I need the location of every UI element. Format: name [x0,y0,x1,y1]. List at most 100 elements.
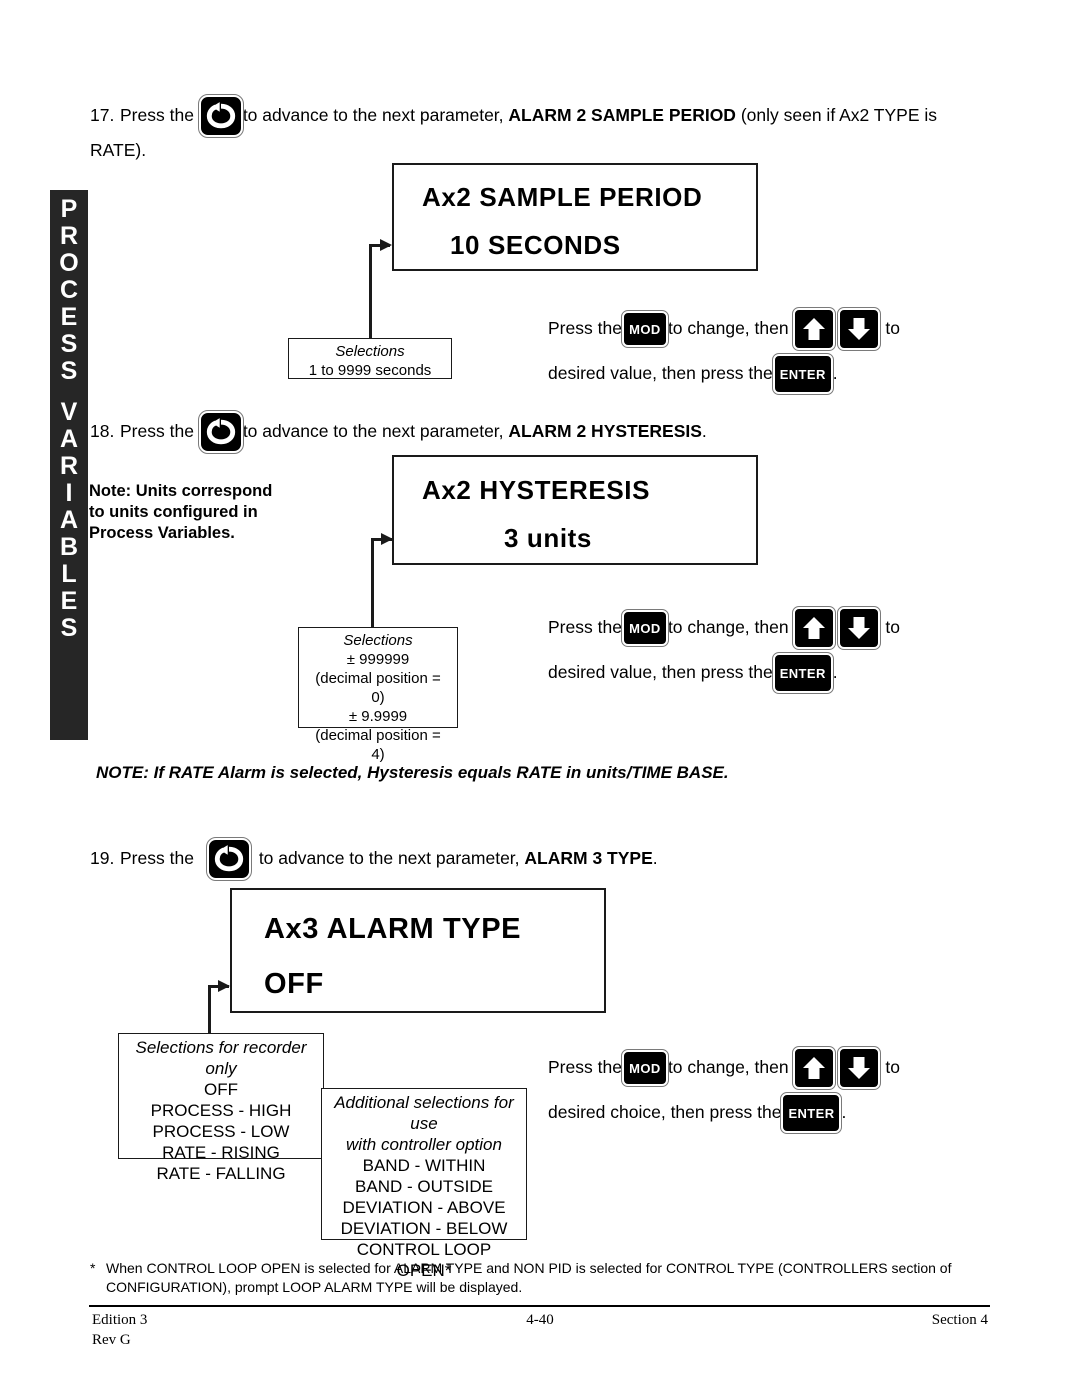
tab-letter: R [59,452,79,480]
down-arrow-key[interactable] [837,307,882,352]
display-prompt: Ax3 ALARM TYPE [264,913,522,945]
step-19-text-2: to advance to the next parameter, [258,848,520,868]
tab-letter: P [60,195,78,223]
down-arrow-key[interactable] [837,1046,882,1091]
up-arrow-key[interactable] [792,606,837,651]
to-label: to [885,617,900,637]
advance-key[interactable] [197,410,244,455]
step-18: 18. Press the to advance to the next para… [90,410,707,455]
down-arrow-key[interactable] [837,606,882,651]
mod-key[interactable]: MOD [620,1049,669,1088]
connector-line-vertical [208,985,211,1035]
display-value: OFF [264,968,324,1000]
units-note-line-1: Note: Units correspond [89,482,273,500]
footnote: * When CONTROL LOOP OPEN is selected for… [90,1259,1000,1297]
step-17-parameter: ALARM 2 SAMPLE PERIOD [508,105,736,125]
display-prompt: Ax2 HYSTERESIS [422,475,651,505]
step-17-text-1: Press the [120,105,194,125]
to-change-label: to change, then [667,318,789,338]
display-box-sample-period: Ax2 SAMPLE PERIOD 10 SECONDS [392,163,758,271]
up-arrow-key[interactable] [792,1046,837,1091]
step-18-text-1: Press the [120,421,194,441]
process-variables-tab: P R O C E S S V A R I A B L E S [50,190,88,740]
selections-box-hysteresis: Selections ± 999999 (decimal position = … [298,627,458,763]
desired-value-label: desired value, then press the [548,662,773,682]
units-note: Note: Units correspond to units configur… [89,481,319,544]
tab-letter: I [65,479,73,507]
tab-letter: C [59,276,79,304]
tab-letter: S [60,330,78,358]
step-17-text-3: (only seen if Ax2 TYPE is [740,105,937,125]
tab-letter: V [60,398,78,426]
connector-arrowhead [381,532,394,551]
selections-line: 1 to 9999 seconds [308,362,432,379]
instruction-block-3: Press the MOD to change, then to desired c… [548,1045,900,1135]
step-19-parameter: ALARM 3 TYPE [524,848,653,868]
step-17: 17. Press the to advance to the next para… [90,94,937,139]
tab-letter: A [59,506,79,534]
advance-key[interactable] [197,94,244,139]
tab-letter: S [60,357,78,385]
tab-letter: E [60,303,78,331]
tab-letter: O [59,249,79,277]
footnote-line-2: CONFIGURATION), prompt LOOP ALARM TYPE w… [106,1279,523,1295]
display-box-hysteresis: Ax2 HYSTERESIS 3 units [392,455,758,565]
arrow-up-icon [803,318,826,341]
step-18-text-3: . [701,421,707,441]
mod-key[interactable]: MOD [620,609,669,648]
to-label: to [885,318,900,338]
tab-letter: R [59,222,79,250]
to-change-label: to change, then [667,1057,789,1077]
units-note-line-2: to units configured in [89,503,258,521]
connector-arrowhead [380,238,393,257]
instruction-block-2: Press the MOD to change, then to desired v… [548,605,900,695]
step-17-number: 17. [90,105,115,125]
instruction-block-1: Press the MOD to change, then to desired v… [548,306,900,396]
tab-letter: L [61,560,77,588]
selections-line: OFF [204,1080,238,1099]
selections-title: Selections [335,343,405,360]
press-the-label: Press the [548,617,622,637]
step-17-text-2: to advance to the next parameter, [242,105,504,125]
step-19: 19. Press the to advance to the next para… [90,837,658,882]
enter-key[interactable]: ENTER [771,652,834,695]
enter-key[interactable]: ENTER [780,1092,843,1135]
advance-key[interactable] [205,837,252,882]
connector-line-vertical [371,538,374,628]
selections-title: Selections [343,632,413,649]
selections-line: CONTROL LOOP OPEN* [356,1240,492,1280]
display-value: 3 units [504,523,592,553]
period-label: . [832,662,838,682]
footer-section: Section 4 [931,1312,988,1328]
connector-line-vertical [369,244,372,339]
rate-alarm-note: NOTE: If RATE Alarm is selected, Hystere… [96,763,729,782]
tab-letter: B [59,533,79,561]
press-the-label: Press the [548,1057,622,1077]
arrow-up-icon [803,1057,826,1080]
to-change-label: to change, then [667,617,789,637]
arrow-down-icon [848,1057,871,1080]
arrow-down-icon [848,617,871,640]
display-value: 10 SECONDS [450,230,621,260]
up-arrow-key[interactable] [792,307,837,352]
step-19-text-3: . [652,848,658,868]
step-17-wrap: RATE). [90,140,147,160]
connector-arrowhead [218,979,231,998]
footnote-line-1: When CONTROL LOOP OPEN is selected for A… [106,1260,952,1276]
arrow-up-icon [803,617,826,640]
step-19-text-1: Press the [120,848,194,868]
mod-key[interactable]: MOD [620,310,669,349]
step-18-text-2: to advance to the next parameter, [242,421,504,441]
display-prompt: Ax2 SAMPLE PERIOD [422,182,703,212]
press-the-label: Press the [548,318,622,338]
period-label: . [832,363,838,383]
selections-box-recorder: Selections for recorder only OFF PROCESS… [118,1033,324,1183]
footnote-marker: * [90,1260,96,1276]
enter-key[interactable]: ENTER [771,353,834,396]
selections-title: Selections for recorder only [135,1038,307,1078]
units-note-line-3: Process Variables. [89,524,235,542]
selections-line: RATE - FALLING [156,1164,286,1183]
selections-line: (decimal position = 0) [315,670,441,706]
desired-choice-label: desired choice, then press the [548,1102,782,1122]
selections-line: ± 999999 [346,651,410,668]
